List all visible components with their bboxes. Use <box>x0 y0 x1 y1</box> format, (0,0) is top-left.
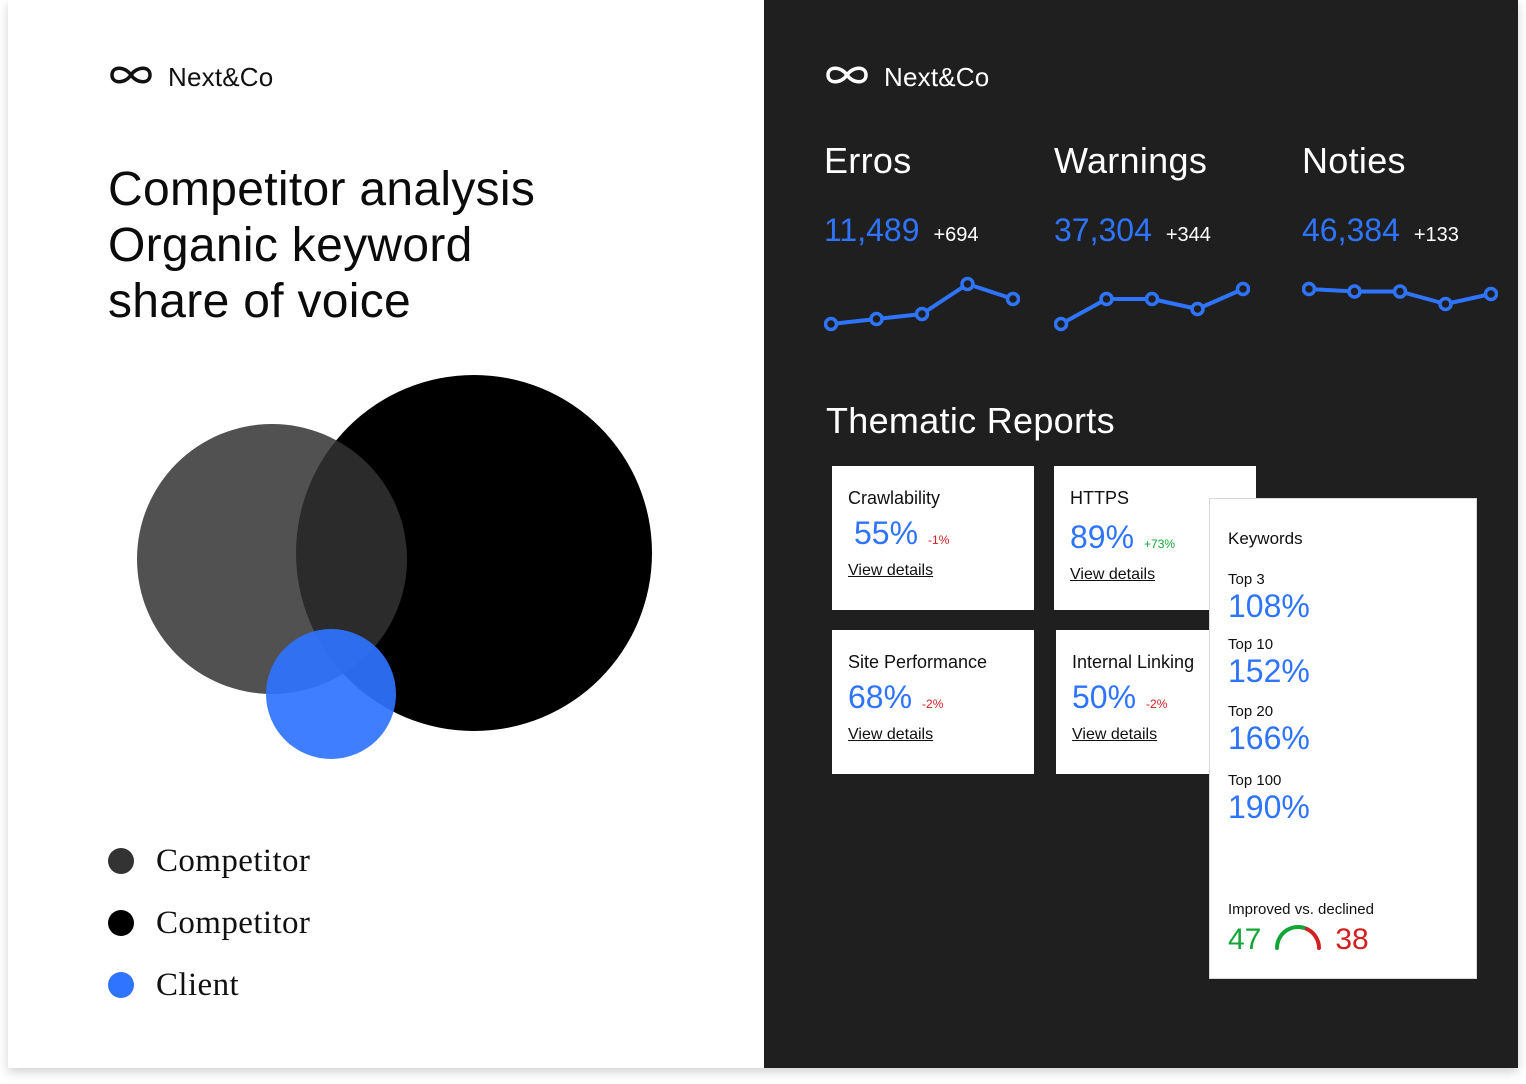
sparkline-warnings <box>1054 281 1250 332</box>
card-title: Crawlability <box>848 488 941 508</box>
sparkline-point <box>1235 281 1250 297</box>
canvas: Next&Co Competitor analysis Organic keyw… <box>8 0 1518 1068</box>
title-line-1: Competitor analysis <box>108 163 536 216</box>
page-title: Competitor analysis Organic keyword shar… <box>108 162 535 330</box>
legend-item-client: Client <box>108 954 310 1016</box>
metric-title: Warnings <box>1054 140 1208 181</box>
sparkline-point <box>960 276 975 292</box>
keyword-row-top10: Top 10 152% <box>1228 636 1458 689</box>
keyword-label: Top 3 <box>1228 571 1265 588</box>
card-title: Site Performance <box>848 652 988 672</box>
legend-label: Competitor <box>156 904 311 941</box>
card-delta: -1% <box>928 533 950 547</box>
venn-diagram <box>137 375 652 759</box>
title-line-3: share of voice <box>108 275 412 328</box>
card-value: 68% <box>848 679 913 715</box>
metric-errors: Erros 11,489 +694 <box>824 140 979 249</box>
keyword-value: 152% <box>1228 653 1310 689</box>
keyword-row-top20: Top 20 166% <box>1228 703 1458 756</box>
improved-vs-declined: Improved vs. declined 47 38 <box>1228 901 1374 957</box>
keyword-row-top100: Top 100 190% <box>1228 772 1458 825</box>
metric-notices: Noties 46,384 +133 <box>1302 140 1459 249</box>
sparkline-point <box>1302 281 1317 297</box>
legend-swatch <box>108 848 134 874</box>
infinity-icon <box>108 63 154 92</box>
view-details-link[interactable]: View details <box>848 562 933 580</box>
card-delta: +73% <box>1144 537 1176 551</box>
legend-label: Client <box>156 966 240 1003</box>
metric-delta: +133 <box>1413 224 1459 246</box>
view-details-link[interactable]: View details <box>848 726 933 744</box>
sparkline-point <box>914 306 930 322</box>
legend-item-competitor-grey: Competitor <box>108 830 310 892</box>
card-value: 55% <box>854 515 919 551</box>
legend-label: Competitor <box>156 842 311 879</box>
metric-title: Noties <box>1302 140 1406 181</box>
keyword-value: 108% <box>1228 588 1310 624</box>
metric-value: 37,304 <box>1054 212 1152 248</box>
left-panel: Next&Co Competitor analysis Organic keyw… <box>8 0 764 1068</box>
sparkline-point <box>1347 284 1362 299</box>
brand-name: Next&Co <box>884 62 990 92</box>
keywords-title: Keywords <box>1228 529 1303 548</box>
metric-delta: +344 <box>1165 224 1211 246</box>
sparkline-point <box>869 311 884 327</box>
metric-title: Erros <box>824 140 912 181</box>
improved-label: Improved vs. declined <box>1228 901 1374 918</box>
card-value: 50% <box>1072 679 1137 715</box>
legend-swatch <box>108 910 134 936</box>
sparkline-point <box>1392 284 1408 299</box>
keywords-card: Keywords Top 3 108% Top 10 152% Top 20 1… <box>1209 498 1477 979</box>
card-site-performance: Site Performance 68% -2% View details <box>832 630 1034 774</box>
sparkline-point <box>1483 286 1498 302</box>
sparkline-point <box>1005 291 1020 307</box>
declined-count: 38 <box>1335 922 1369 956</box>
legend: Competitor Competitor Client <box>108 830 310 1016</box>
sparkline-point <box>1190 301 1205 317</box>
gauge-icon <box>1273 922 1323 957</box>
keyword-value: 166% <box>1228 720 1310 756</box>
brand-logo: Next&Co <box>824 62 989 93</box>
right-panel: Next&Co Erros 11,489 +694 Warnings 37,30… <box>764 0 1518 1068</box>
title-line-2: Organic keyword <box>108 219 473 272</box>
sparkline-point <box>1099 291 1114 307</box>
sparkline-notices <box>1302 281 1498 312</box>
brand-name: Next&Co <box>168 62 274 92</box>
card-delta: -2% <box>1146 697 1168 711</box>
improved-count: 47 <box>1228 922 1262 956</box>
sparkline-errors <box>824 276 1020 332</box>
keyword-label: Top 100 <box>1228 772 1282 789</box>
sparkline-point <box>1054 316 1069 332</box>
infinity-icon <box>824 63 870 92</box>
keyword-row-top3: Top 3 108% <box>1228 571 1458 624</box>
brand-logo: Next&Co <box>108 62 273 93</box>
sparkline-point <box>824 316 839 332</box>
section-title: Thematic Reports <box>826 400 1115 441</box>
view-details-link[interactable]: View details <box>1070 566 1155 584</box>
legend-swatch <box>108 972 134 998</box>
metric-warnings: Warnings 37,304 +344 <box>1054 140 1211 249</box>
legend-item-competitor-black: Competitor <box>108 892 310 954</box>
metric-value: 46,384 <box>1302 212 1400 248</box>
keyword-label: Top 10 <box>1228 636 1274 653</box>
card-delta: -2% <box>922 697 944 711</box>
keyword-value: 190% <box>1228 789 1310 825</box>
card-crawlability: Crawlability 55% -1% View details <box>832 466 1034 610</box>
venn-circle-client <box>266 629 396 759</box>
card-value: 89% <box>1070 519 1135 555</box>
metric-value: 11,489 <box>824 212 920 248</box>
metric-delta: +694 <box>933 224 979 246</box>
sparkline-point <box>1438 296 1453 312</box>
sparkline-point <box>1144 291 1160 307</box>
keyword-label: Top 20 <box>1228 703 1274 720</box>
view-details-link[interactable]: View details <box>1072 726 1157 744</box>
